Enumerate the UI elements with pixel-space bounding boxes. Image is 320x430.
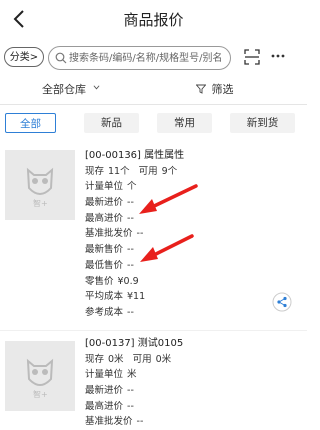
max-purchase-label: 最高进价: [85, 400, 124, 412]
available-value: 9个: [161, 165, 178, 177]
chevron-down-icon: [93, 85, 99, 90]
unit-label: 计量单位: [85, 369, 124, 381]
stock-label: 现存: [85, 353, 105, 365]
stock-value: 0米: [108, 353, 124, 365]
product-thumbnail: 智+: [5, 150, 75, 220]
search-box[interactable]: [48, 46, 231, 70]
avg-cost-line: 平均成本 ¥11: [85, 289, 295, 305]
thumbnail-brand-text: 智+: [33, 199, 48, 208]
tab-new[interactable]: 新品: [84, 113, 139, 133]
stock-label: 现存: [85, 165, 105, 177]
wholesale-value: --: [136, 228, 144, 240]
ref-cost-value: --: [127, 306, 134, 318]
product-info: [00-0137] 测试0105 现存 0米 可用 0米 计量单位米 最新进价 -- …: [85, 336, 295, 430]
wholesale-label: 基准批发价: [85, 416, 133, 428]
retail-label: 零售价: [85, 275, 114, 287]
latest-sale-value: --: [127, 244, 134, 256]
unit-value: 米: [127, 369, 137, 381]
max-purchase-value: --: [127, 212, 134, 224]
latest-purchase-label: 最新进价: [85, 385, 124, 397]
divider: [0, 330, 307, 331]
header-bar: 商品报价: [0, 0, 307, 40]
max-purchase-label: 最高进价: [85, 212, 124, 224]
warehouse-label: 全部仓库: [42, 83, 86, 96]
filter-label: 筛选: [211, 83, 234, 96]
max-purchase-line: 最高进价 --: [85, 399, 295, 415]
min-sale-value: --: [127, 259, 134, 271]
latest-purchase-value: --: [127, 197, 134, 209]
category-button[interactable]: 分类>: [4, 47, 44, 67]
wholesale-label: 基准批发价: [85, 228, 133, 240]
latest-purchase-value: --: [127, 385, 134, 397]
product-name: [00-00136] 属性属性: [85, 150, 185, 161]
available-label: 可用: [132, 353, 152, 365]
thumbnail-brand-text: 智+: [33, 390, 48, 399]
ref-cost-label: 参考成本: [85, 306, 124, 318]
unit-value: 个: [127, 181, 137, 193]
wholesale-value: --: [136, 416, 144, 428]
stock-line: 现存 0米 可用 0米: [85, 352, 295, 368]
filter-row: 全部仓库 筛选: [0, 78, 307, 105]
avg-cost-label: 平均成本: [85, 291, 124, 303]
filter-button[interactable]: 筛选: [196, 78, 246, 102]
available-value: 0米: [155, 353, 172, 365]
search-icon: [55, 52, 67, 64]
max-purchase-line: 最高进价 --: [85, 211, 295, 227]
latest-purchase-line: 最新进价 --: [85, 195, 295, 211]
page-title: 商品报价: [123, 11, 184, 29]
latest-sale-label: 最新售价: [85, 244, 124, 256]
available-label: 可用: [138, 165, 158, 177]
scan-icon[interactable]: [244, 49, 260, 65]
latest-purchase-line: 最新进价 --: [85, 383, 295, 399]
more-icon[interactable]: [270, 48, 286, 64]
min-sale-label: 最低售价: [85, 259, 124, 271]
tab-all[interactable]: 全部: [5, 113, 56, 133]
unit-line: 计量单位个: [85, 179, 295, 195]
stock-value: 11个: [108, 165, 130, 177]
product-info: [00-00136] 属性属性 现存 11个 可用 9个 计量单位个 最新进价 -- …: [85, 148, 295, 321]
retail-value: ¥0.9: [117, 275, 139, 287]
ref-cost-line: 参考成本 --: [85, 305, 295, 321]
max-purchase-value: --: [127, 400, 134, 412]
tab-bar: 全部 新品 常用 新到货: [0, 110, 307, 136]
unit-line: 计量单位米: [85, 367, 295, 383]
tab-new-arrival[interactable]: 新到货: [230, 113, 295, 133]
filter-icon: [196, 84, 206, 94]
search-input[interactable]: [69, 47, 227, 69]
warehouse-select[interactable]: 全部仓库: [42, 78, 112, 102]
product-name: [00-0137] 测试0105: [85, 338, 184, 349]
search-row: 分类>: [0, 44, 307, 72]
latest-purchase-label: 最新进价: [85, 197, 124, 209]
share-icon[interactable]: [272, 292, 292, 312]
avg-cost-value: ¥11: [127, 291, 146, 303]
wholesale-line: 基准批发价 --: [85, 226, 295, 242]
unit-label: 计量单位: [85, 181, 124, 193]
min-sale-line: 最低售价 --: [85, 258, 295, 274]
tab-common[interactable]: 常用: [157, 113, 212, 133]
stock-line: 现存 11个 可用 9个: [85, 164, 295, 180]
product-thumbnail: 智+: [5, 341, 75, 411]
latest-sale-line: 最新售价 --: [85, 242, 295, 258]
retail-line: 零售价 ¥0.9: [85, 274, 295, 290]
